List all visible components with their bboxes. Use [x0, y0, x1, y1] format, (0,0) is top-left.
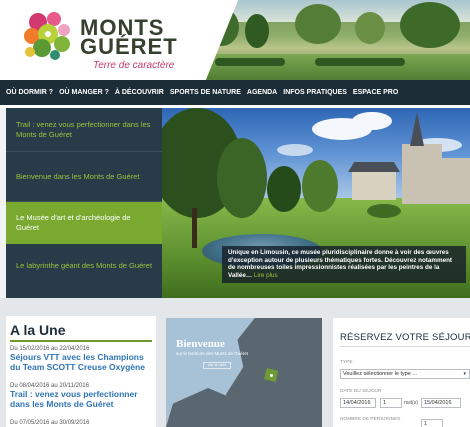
- booking-people-label: NOMBRE DE PERSONNES: [340, 417, 401, 422]
- museum-wing: [442, 158, 470, 204]
- museum-annex: [352, 170, 396, 200]
- booking-start-date-field[interactable]: 14/04/2016: [340, 398, 376, 408]
- booking-type-label: TYPE: [340, 360, 353, 365]
- map-view-button[interactable]: voir la carte: [203, 362, 231, 369]
- header-tree: [400, 2, 460, 48]
- nav-item-manger[interactable]: OÙ MANGER ?: [59, 89, 109, 96]
- logo-tagline: Terre de caractère: [93, 60, 175, 71]
- news-item[interactable]: Du 15/02/2016 au 22/04/2016 Séjours VTT …: [10, 345, 155, 372]
- site-header: MONTS GUÉRET Terre de caractère: [0, 0, 470, 80]
- slide-item-bienvenue[interactable]: Bienvenue dans les Monts de Guéret: [6, 152, 162, 202]
- logo-flower-icon[interactable]: [22, 10, 78, 62]
- booking-date-label: DATE DU SÉJOUR: [340, 389, 382, 394]
- header-hedge: [215, 58, 285, 66]
- photo-tree: [217, 138, 267, 218]
- museum-annex-roof: [348, 162, 400, 172]
- nav-item-agenda[interactable]: AGENDA: [247, 89, 277, 96]
- news-item[interactable]: Du 07/05/2016 au 30/09/2016: [10, 419, 155, 427]
- news-panel: A la Une Du 15/02/2016 au 22/04/2016 Séj…: [6, 316, 156, 427]
- photo-cloud: [352, 112, 392, 130]
- location-pin-icon[interactable]: [269, 373, 274, 378]
- slide-item-musee[interactable]: Le Musée d'art et d'archéologie de Guére…: [6, 202, 162, 244]
- territory-map[interactable]: Bienvenue sur le territoire des Monts de…: [166, 318, 322, 427]
- chevron-down-icon: ▾: [463, 371, 466, 377]
- booking-end-date-field[interactable]: 15/04/2016: [421, 398, 461, 408]
- booking-type-value: Veuillez sélectionner le type ...: [343, 371, 417, 377]
- slide-item-labyrinthe[interactable]: Le labyrinthe géant des Monts de Guéret: [6, 244, 162, 288]
- booking-divider: [340, 346, 470, 347]
- nav-item-infos-pratiques[interactable]: INFOS PRATIQUES: [283, 89, 347, 96]
- museum-building: [402, 144, 442, 204]
- nav-item-dormir[interactable]: OÙ DORMIR ?: [6, 89, 53, 96]
- booking-nights-label: nuit(s): [404, 400, 418, 406]
- photo-bush: [367, 204, 401, 218]
- slide-caption-more-link[interactable]: Lire plus: [254, 272, 278, 279]
- header-tree: [355, 12, 385, 44]
- map-subtitle: sur le territoire des Monts de Guéret: [176, 351, 249, 356]
- slide-caption: Unique en Limousin, ce musée pluridiscip…: [222, 246, 466, 284]
- news-title: A la Une: [10, 322, 66, 338]
- page: MONTS GUÉRET Terre de caractère OÙ DORMI…: [0, 0, 470, 427]
- photo-cloud: [277, 144, 313, 156]
- header-tree: [295, 4, 341, 44]
- nav-item-espace-pro[interactable]: ESPACE PRO: [353, 89, 398, 96]
- main-nav: OÙ DORMIR ? OÙ MANGER ? À DÉCOUVRIR SPOR…: [0, 80, 470, 105]
- map-title: Bienvenue: [176, 338, 225, 350]
- news-item[interactable]: Du 08/04/2016 au 20/11/2016 Trail : vene…: [10, 382, 155, 409]
- booking-type-select[interactable]: Veuillez sélectionner le type ... ▾: [340, 369, 470, 379]
- logo-title-line2[interactable]: GUÉRET: [80, 36, 178, 58]
- slide-item-trail[interactable]: Trail : venez vous perfectionner dans le…: [6, 108, 162, 152]
- booking-people-field[interactable]: 1: [421, 419, 443, 427]
- news-title-underline: [10, 340, 152, 342]
- booking-title: RÉSERVEZ VOTRE SÉJOUR: [340, 332, 470, 343]
- photo-tree: [302, 160, 338, 212]
- booking-nights-field[interactable]: 1: [380, 398, 402, 408]
- header-tree: [245, 14, 269, 48]
- nav-item-sports-nature[interactable]: SPORTS DE NATURE: [170, 89, 241, 96]
- photo-trunk: [192, 208, 197, 248]
- news-item-date: Du 07/05/2016 au 30/09/2016: [10, 420, 90, 426]
- slide-list: Trail : venez vous perfectionner dans le…: [6, 108, 162, 298]
- booking-panel: RÉSERVEZ VOTRE SÉJOUR TYPE Veuillez séle…: [333, 318, 470, 427]
- nav-item-decouvrir[interactable]: À DÉCOUVRIR: [115, 89, 164, 96]
- news-item-headline[interactable]: Trail : venez vous perfectionner dans le…: [10, 389, 155, 409]
- news-item-headline[interactable]: Séjours VTT avec les Champions du Team S…: [10, 352, 155, 372]
- photo-tree: [267, 166, 301, 212]
- header-hedge: [315, 58, 405, 66]
- map-land: [166, 388, 236, 427]
